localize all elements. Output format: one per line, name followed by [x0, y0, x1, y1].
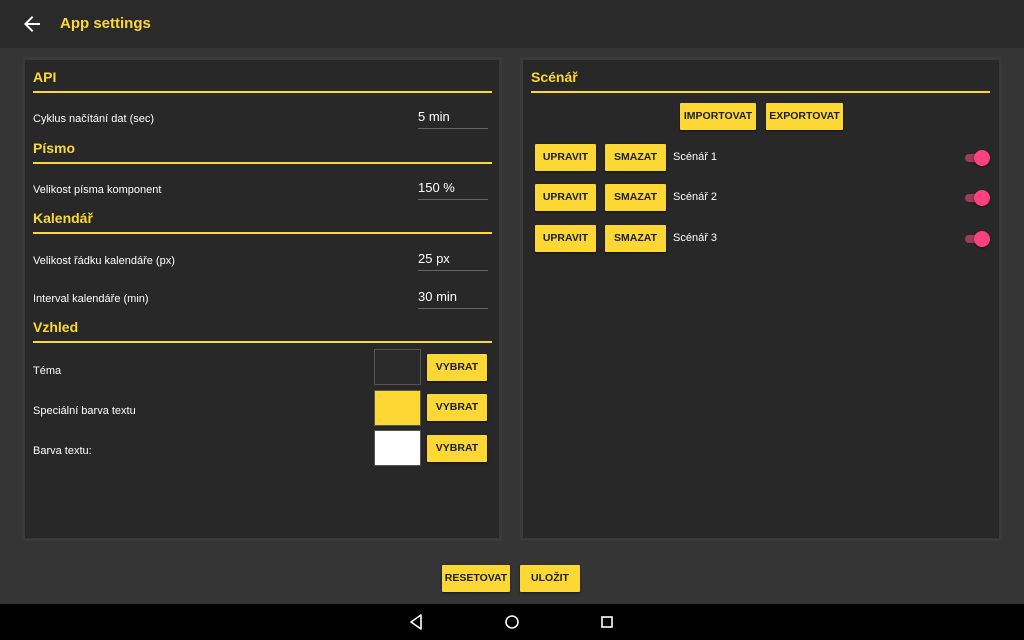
section-title-calendar: Kalendář	[33, 210, 93, 226]
export-button[interactable]: EXPORTOVAT	[766, 103, 843, 130]
delete-scenario-button[interactable]: SMAZAT	[605, 225, 666, 252]
scenario-toggle[interactable]	[963, 150, 990, 166]
section-divider	[33, 91, 492, 93]
calendar-row-size-input[interactable]: 25 px	[418, 249, 488, 271]
section-title-appearance: Vzhled	[33, 319, 79, 335]
app-bar: App settings	[0, 0, 1024, 48]
edit-scenario-button[interactable]: UPRAVIT	[535, 225, 596, 252]
content-area: API Cyklus načítání dat (sec) 5 min Písm…	[0, 48, 1024, 604]
scenario-name: Scénář 1	[673, 151, 718, 163]
font-size-input[interactable]: 150 %	[418, 178, 488, 200]
section-title-scenario: Scénář	[531, 69, 578, 85]
scenario-toggle[interactable]	[963, 231, 990, 247]
special-text-color-label: Speciální barva textu	[33, 405, 136, 417]
text-color-label: Barva textu:	[33, 445, 92, 457]
page-title: App settings	[60, 15, 151, 32]
select-text-color-button[interactable]: VYBRAT	[427, 435, 487, 462]
section-title-api: API	[33, 69, 57, 85]
nav-back-icon[interactable]	[406, 612, 426, 632]
font-size-label: Velikost písma komponent	[33, 184, 162, 196]
select-theme-button[interactable]: VYBRAT	[427, 354, 487, 381]
import-button[interactable]: IMPORTOVAT	[680, 103, 756, 130]
settings-panel: API Cyklus načítání dat (sec) 5 min Písm…	[22, 57, 502, 541]
delete-scenario-button[interactable]: SMAZAT	[605, 144, 666, 171]
special-text-color-swatch	[374, 390, 421, 426]
back-arrow-icon[interactable]	[20, 12, 44, 36]
theme-label: Téma	[33, 365, 62, 377]
delete-scenario-button[interactable]: SMAZAT	[605, 184, 666, 211]
select-special-text-color-button[interactable]: VYBRAT	[427, 394, 487, 421]
section-divider	[33, 232, 492, 234]
toggle-knob	[974, 231, 990, 247]
scenario-name: Scénář 2	[673, 191, 718, 203]
toggle-knob	[974, 190, 990, 206]
section-divider	[531, 91, 990, 93]
edit-scenario-button[interactable]: UPRAVIT	[535, 144, 596, 171]
calendar-row-size-label: Velikost řádku kalendáře (px)	[33, 255, 175, 267]
calendar-interval-input[interactable]: 30 min	[418, 287, 488, 309]
edit-scenario-button[interactable]: UPRAVIT	[535, 184, 596, 211]
system-nav-bar	[0, 604, 1024, 640]
reset-button[interactable]: RESETOVAT	[442, 565, 510, 592]
nav-recents-icon[interactable]	[597, 612, 617, 632]
data-cycle-input[interactable]: 5 min	[418, 107, 488, 129]
nav-home-icon[interactable]	[502, 612, 522, 632]
calendar-interval-label: Interval kalendáře (min)	[33, 293, 149, 305]
scenario-panel: Scénář IMPORTOVAT EXPORTOVAT UPRAVIT SMA…	[520, 57, 1002, 541]
text-color-swatch	[374, 430, 421, 466]
toggle-knob	[974, 150, 990, 166]
save-button[interactable]: ULOŽIT	[520, 565, 580, 592]
section-divider	[33, 341, 492, 343]
scenario-toggle[interactable]	[963, 190, 990, 206]
data-cycle-label: Cyklus načítání dat (sec)	[33, 113, 155, 125]
section-title-font: Písmo	[33, 140, 76, 156]
scenario-name: Scénář 3	[673, 232, 718, 244]
section-divider	[33, 162, 492, 164]
theme-color-swatch	[374, 349, 421, 385]
